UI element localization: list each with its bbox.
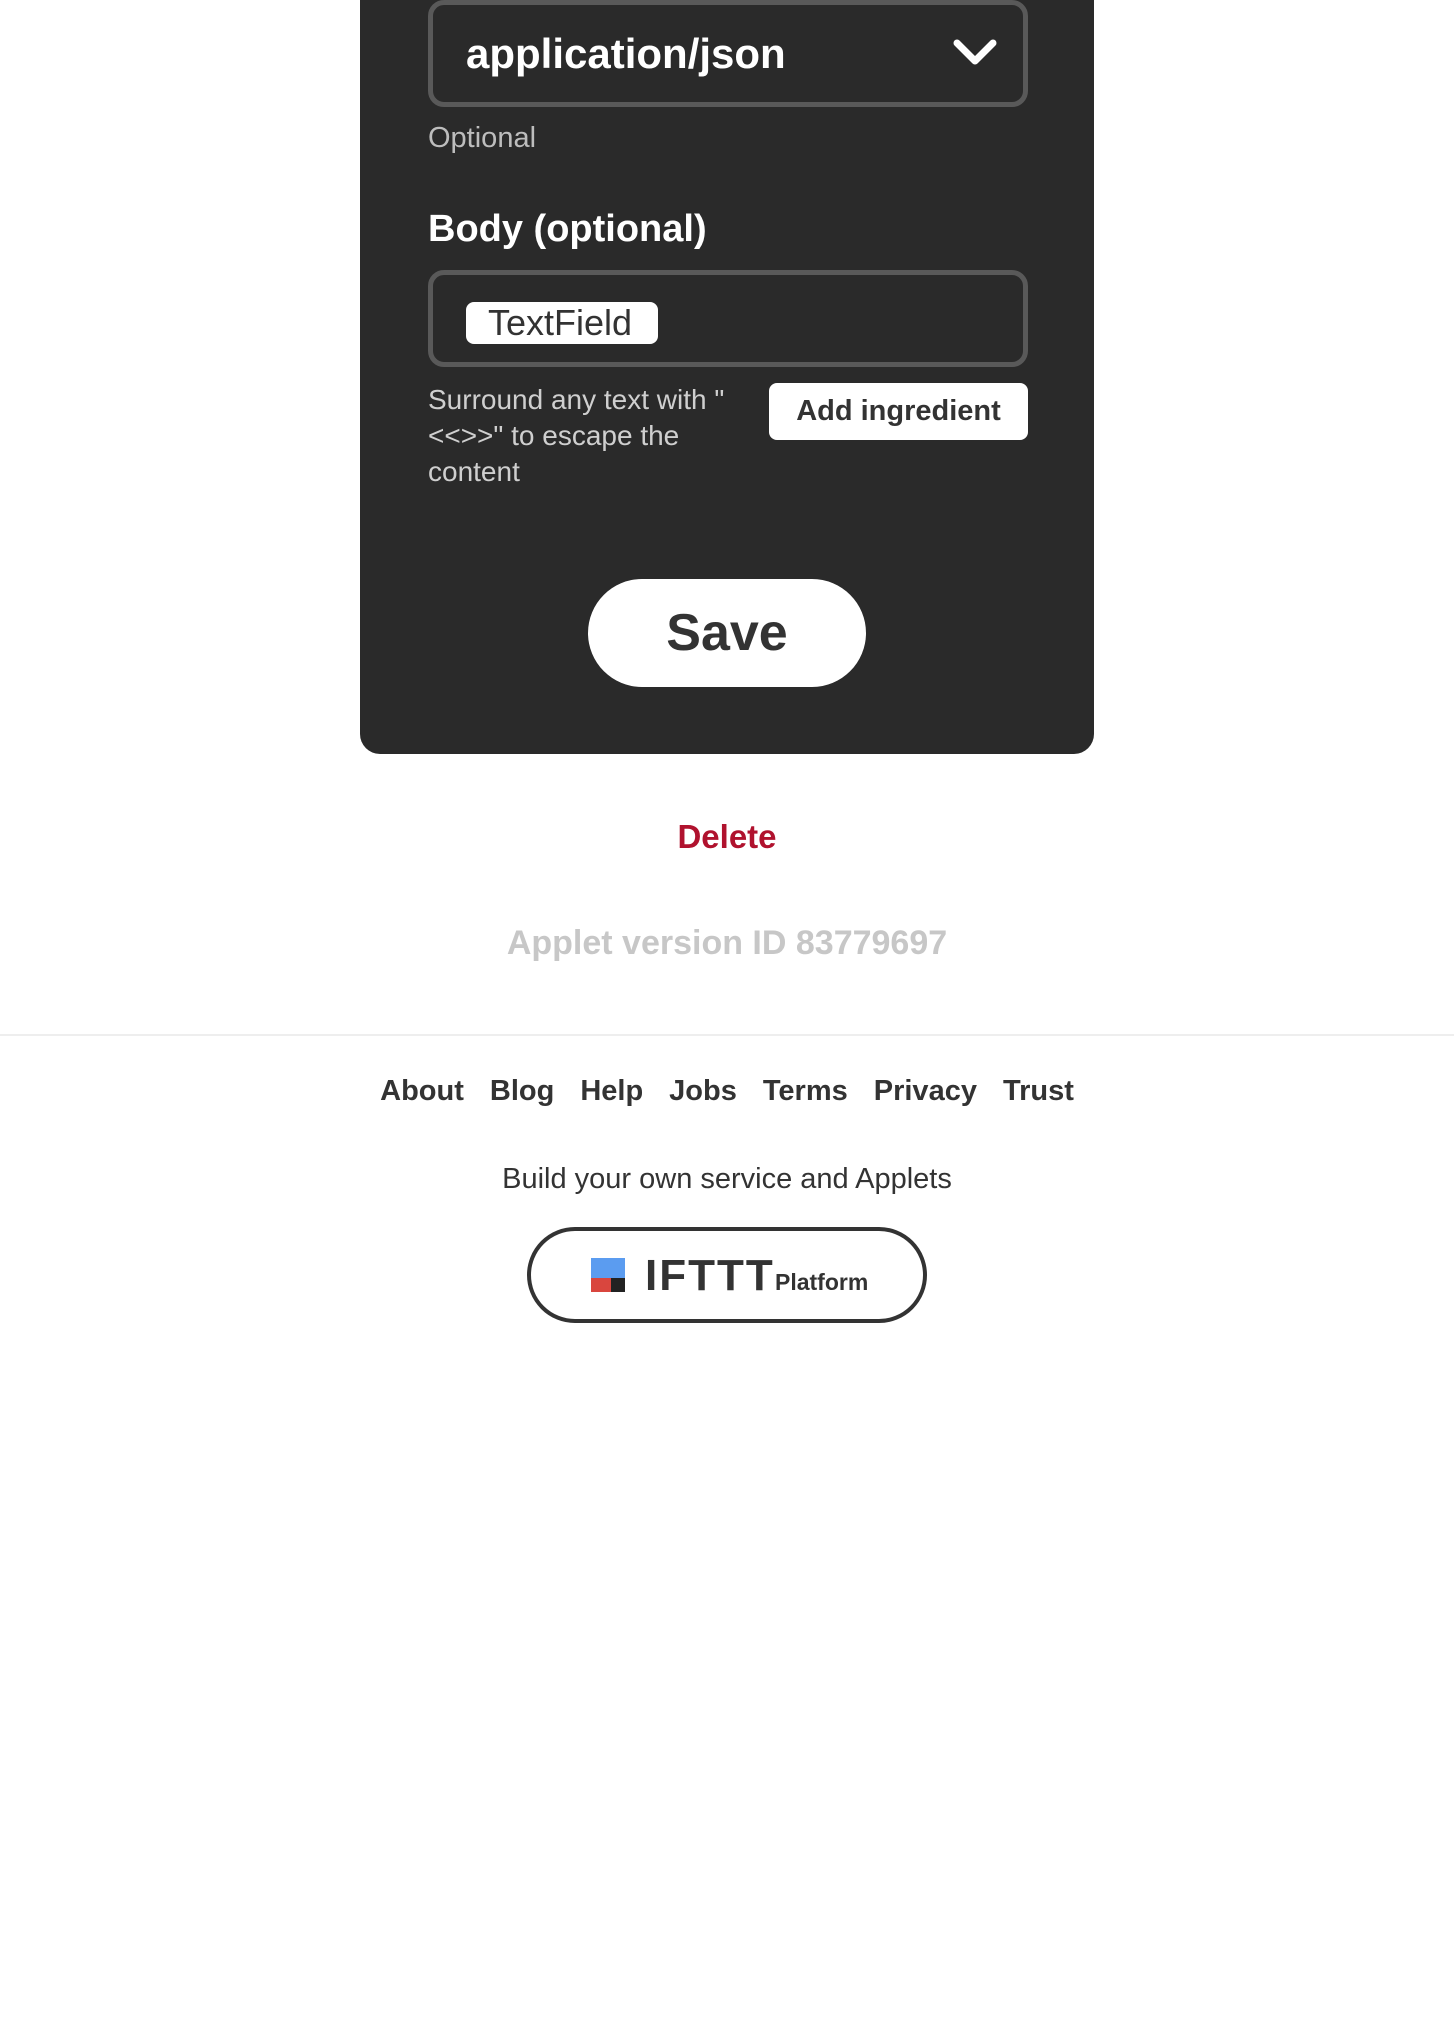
body-helper-text: Surround any text with "<<>>" to escape … bbox=[428, 384, 725, 487]
footer-divider bbox=[0, 1034, 1454, 1036]
body-field-label: Body (optional) bbox=[428, 208, 707, 250]
ifttt-platform-button[interactable]: IFTTT Platform bbox=[527, 1227, 927, 1323]
page: application/json Optional Body (optional… bbox=[0, 0, 1454, 2035]
applet-version-id: Applet version ID 83779697 bbox=[506, 924, 948, 962]
chevron-down-icon bbox=[953, 39, 997, 65]
footer-link-terms[interactable]: Terms bbox=[763, 1075, 848, 1108]
footer-link-about[interactable]: About bbox=[380, 1075, 464, 1108]
footer-link-privacy[interactable]: Privacy bbox=[874, 1075, 977, 1108]
content-type-select[interactable]: application/json bbox=[428, 0, 1028, 107]
footer-link-trust[interactable]: Trust bbox=[1003, 1075, 1074, 1108]
footer-link-help[interactable]: Help bbox=[580, 1075, 643, 1108]
save-button[interactable]: Save bbox=[588, 579, 866, 687]
body-input[interactable]: TextField bbox=[428, 270, 1028, 367]
build-service-text: Build your own service and Applets bbox=[502, 1163, 952, 1195]
add-ingredient-button[interactable]: Add ingredient bbox=[769, 383, 1028, 440]
ifttt-logo-icon bbox=[591, 1258, 625, 1292]
footer-nav: About Blog Help Jobs Terms Privacy Trust bbox=[0, 1075, 1454, 1108]
ifttt-wordmark: IFTTT bbox=[645, 1251, 775, 1300]
footer-link-jobs[interactable]: Jobs bbox=[669, 1075, 737, 1108]
content-type-helper: Optional bbox=[428, 122, 537, 154]
footer-link-blog[interactable]: Blog bbox=[490, 1075, 554, 1108]
ingredient-chip[interactable]: TextField bbox=[466, 302, 659, 344]
delete-link[interactable]: Delete bbox=[0, 818, 1454, 856]
platform-label: Platform bbox=[775, 1269, 869, 1295]
content-type-value: application/json bbox=[466, 30, 786, 77]
